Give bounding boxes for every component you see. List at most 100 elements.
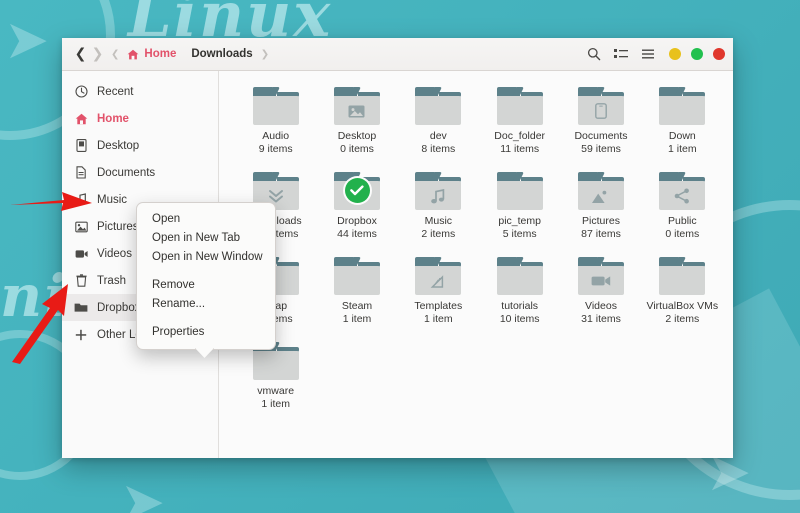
wallpaper-arrow-decoration: ➤ bbox=[4, 8, 50, 71]
folder-icon bbox=[333, 257, 380, 295]
context-menu-item-open[interactable]: Open bbox=[137, 210, 275, 229]
file-item[interactable]: tutorials 10 items bbox=[479, 255, 560, 340]
file-item[interactable]: Desktop 0 items bbox=[316, 85, 397, 170]
file-item[interactable]: Audio 9 items bbox=[235, 85, 316, 170]
file-name-label: Doc_folder bbox=[494, 130, 546, 142]
sidebar-item-label: Music bbox=[97, 193, 128, 206]
sidebar-item-recent[interactable]: Recent bbox=[62, 78, 218, 105]
minimize-button[interactable] bbox=[669, 48, 681, 60]
context-menu-item-open-in-new-window[interactable]: Open in New Window bbox=[137, 248, 275, 267]
home-icon bbox=[127, 49, 139, 60]
close-button[interactable] bbox=[713, 48, 725, 60]
file-item[interactable]: Steam 1 item bbox=[316, 255, 397, 340]
file-count-label: 5 items bbox=[502, 228, 537, 240]
music-note-icon bbox=[74, 193, 88, 207]
breadcrumb-separator-left: ❮ bbox=[111, 48, 120, 60]
folder-icon bbox=[659, 172, 706, 210]
list-view-icon[interactable] bbox=[610, 43, 632, 65]
file-item[interactable]: Down 1 item bbox=[642, 85, 723, 170]
window-body: Recent Home Desktop Documents Music Pictures V… bbox=[62, 71, 733, 458]
sidebar-item-label: Documents bbox=[97, 166, 156, 179]
forward-button[interactable]: ❯ bbox=[89, 43, 106, 65]
file-count-label: 11 items bbox=[500, 143, 540, 155]
file-item[interactable]: pic_temp 5 items bbox=[479, 170, 560, 255]
file-item[interactable]: Music 2 items bbox=[398, 170, 479, 255]
picture-emblem-icon bbox=[578, 184, 624, 208]
wallpaper-arrow-decoration: ➤ bbox=[120, 470, 166, 513]
trash-icon bbox=[74, 274, 88, 288]
music-emblem-icon bbox=[415, 184, 461, 208]
context-menu-item-properties[interactable]: Properties bbox=[137, 323, 275, 342]
sidebar-item-desktop[interactable]: Desktop bbox=[62, 132, 218, 159]
file-count-label: 1 item bbox=[342, 313, 372, 325]
sidebar-item-home[interactable]: Home bbox=[62, 105, 218, 132]
context-menu-item-rename[interactable]: Rename... bbox=[137, 295, 275, 314]
video-icon bbox=[74, 247, 88, 261]
file-name-label: Templates bbox=[414, 300, 463, 312]
share-emblem-icon bbox=[659, 184, 705, 208]
file-count-label: 9 items bbox=[258, 143, 293, 155]
file-item[interactable]: vmware 1 item bbox=[235, 340, 316, 425]
folder-icon bbox=[415, 257, 462, 295]
file-item[interactable]: Doc_folder 11 items bbox=[479, 85, 560, 170]
file-count-label: 0 items bbox=[665, 228, 700, 240]
file-item[interactable]: Dropbox 44 items bbox=[316, 170, 397, 255]
context-menu-item-open-in-new-tab[interactable]: Open in New Tab bbox=[137, 229, 275, 248]
folder-icon bbox=[252, 87, 299, 125]
context-menu-separator bbox=[137, 314, 275, 323]
file-grid: Audio 9 items Desktop 0 items dev 8 items D… bbox=[219, 71, 733, 458]
file-count-label: 8 items bbox=[421, 143, 456, 155]
sidebar-item-label: Recent bbox=[97, 85, 134, 98]
desktop-icon bbox=[74, 139, 88, 153]
sidebar-context-menu: Open Open in New Tab Open in New Window Rem… bbox=[136, 202, 276, 350]
window-headerbar: ❮ ❯ ❮ Home Downloads ❯ bbox=[62, 38, 733, 71]
folder-icon bbox=[577, 87, 624, 125]
folder-icon bbox=[333, 172, 380, 210]
desktop-emblem-icon bbox=[334, 99, 380, 123]
file-item[interactable]: Documents 59 items bbox=[560, 85, 641, 170]
sidebar-item-documents[interactable]: Documents bbox=[62, 159, 218, 186]
back-button[interactable]: ❮ bbox=[72, 43, 89, 65]
file-item[interactable]: dev 8 items bbox=[398, 85, 479, 170]
sidebar-item-label: Desktop bbox=[97, 139, 140, 152]
file-manager-window: ❮ ❯ ❮ Home Downloads ❯ Recent Home Deskt… bbox=[62, 38, 733, 458]
file-name-label: vmware bbox=[257, 385, 295, 397]
folder-icon bbox=[74, 301, 88, 315]
file-name-label: Audio bbox=[262, 130, 290, 142]
maximize-button[interactable] bbox=[691, 48, 703, 60]
file-item[interactable]: Videos 31 items bbox=[560, 255, 641, 340]
file-item[interactable]: Templates 1 item bbox=[398, 255, 479, 340]
folder-icon bbox=[496, 257, 543, 295]
folder-icon bbox=[496, 87, 543, 125]
file-count-label: 87 items bbox=[581, 228, 621, 240]
file-name-label: Down bbox=[668, 130, 696, 142]
file-name-label: Desktop bbox=[337, 130, 377, 142]
file-count-label: 59 items bbox=[581, 143, 621, 155]
file-name-label: VirtualBox VMs bbox=[646, 300, 719, 312]
context-menu-item-remove[interactable]: Remove bbox=[137, 276, 275, 295]
file-name-label: dev bbox=[429, 130, 447, 142]
sidebar-item-label: Pictures bbox=[97, 220, 139, 233]
file-count-label: 2 items bbox=[665, 313, 700, 325]
file-name-label: Documents bbox=[574, 130, 628, 142]
file-name-label: Steam bbox=[341, 300, 373, 312]
search-icon[interactable] bbox=[583, 43, 605, 65]
file-item[interactable]: Public 0 items bbox=[642, 170, 723, 255]
breadcrumb-current[interactable]: Downloads bbox=[188, 48, 255, 60]
plus-icon bbox=[74, 328, 88, 342]
sidebar-item-label: Videos bbox=[97, 247, 132, 260]
hamburger-menu-icon[interactable] bbox=[637, 43, 659, 65]
file-item[interactable]: VirtualBox VMs 2 items bbox=[642, 255, 723, 340]
file-count-label: 31 items bbox=[581, 313, 621, 325]
folder-icon bbox=[496, 172, 543, 210]
file-count-label: 1 item bbox=[261, 398, 290, 410]
template-emblem-icon bbox=[415, 269, 461, 293]
file-name-label: Public bbox=[668, 215, 697, 227]
sync-check-badge-icon bbox=[344, 178, 370, 203]
breadcrumb-current-label: Downloads bbox=[191, 48, 253, 60]
breadcrumb-home[interactable]: Home bbox=[124, 48, 179, 60]
folder-icon bbox=[333, 87, 380, 125]
file-item[interactable]: Pictures 87 items bbox=[560, 170, 641, 255]
home-icon bbox=[74, 112, 88, 126]
sidebar-item-label: Trash bbox=[97, 274, 126, 287]
